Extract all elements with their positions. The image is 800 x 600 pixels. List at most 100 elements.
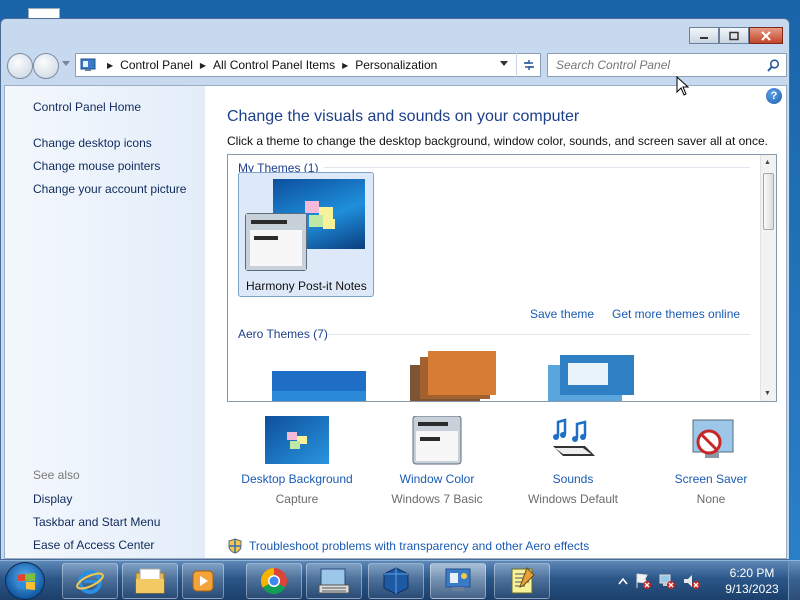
- window-color-icon: [405, 415, 469, 466]
- breadcrumb-personalization[interactable]: Personalization: [355, 58, 437, 72]
- minimize-icon: [700, 36, 708, 39]
- internet-explorer-icon: [76, 570, 104, 594]
- save-theme-link[interactable]: Save theme: [530, 307, 594, 321]
- aero-theme-windows7[interactable]: [272, 371, 366, 402]
- theme-harmony-post-it-notes[interactable]: Harmony Post-it Notes: [238, 172, 374, 297]
- theme-settings: Desktop Background Capture Window Color …: [227, 415, 787, 526]
- control-panel-home-link[interactable]: Control Panel Home: [33, 100, 141, 114]
- page-title: Change the visuals and sounds on your co…: [227, 108, 580, 125]
- change-desktop-icons-link[interactable]: Change desktop icons: [33, 136, 152, 150]
- aero-theme-architecture[interactable]: [400, 351, 498, 402]
- search-box[interactable]: [547, 53, 787, 77]
- network-icon[interactable]: [658, 572, 676, 590]
- aero-theme-characters[interactable]: [538, 355, 634, 402]
- virtualbox-icon: [383, 567, 409, 595]
- screen-saver-icon: [679, 416, 743, 466]
- chrome-button[interactable]: [246, 563, 302, 599]
- help-icon[interactable]: ?: [766, 88, 782, 104]
- screen-saver-item[interactable]: Screen Saver None: [641, 416, 781, 506]
- address-dropdown-icon[interactable]: [500, 61, 508, 67]
- close-icon: [761, 30, 771, 41]
- window-color-value: Windows 7 Basic: [391, 492, 483, 506]
- breadcrumb-separator[interactable]: ▶: [200, 61, 206, 70]
- clock-time: 6:20 PM: [729, 566, 775, 580]
- screen-saver-label[interactable]: Screen Saver: [641, 472, 781, 486]
- search-icon[interactable]: [767, 59, 780, 72]
- scrollbar-thumb[interactable]: [763, 173, 774, 230]
- window-color-item[interactable]: Window Color Windows 7 Basic: [367, 415, 507, 506]
- desktop-background-label[interactable]: Desktop Background: [227, 472, 367, 486]
- clock-date: 9/13/2023: [725, 582, 779, 596]
- aero-themes-heading: Aero Themes (7): [238, 327, 328, 341]
- volume-muted-icon[interactable]: [682, 572, 700, 590]
- start-button[interactable]: [5, 562, 45, 600]
- group-divider: [324, 167, 750, 168]
- themes-list: My Themes (1) Harmony Post-it Notes Save…: [227, 154, 777, 402]
- address-bar[interactable]: ▶ Control Panel ▶ All Control Panel Item…: [75, 53, 541, 77]
- keyboard-app-button[interactable]: [306, 563, 362, 599]
- breadcrumb-separator[interactable]: ▶: [342, 61, 348, 70]
- maximize-icon: [729, 31, 739, 40]
- media-player-icon: [192, 570, 214, 592]
- sounds-item[interactable]: Sounds Windows Default: [503, 416, 643, 506]
- minimize-button[interactable]: [689, 27, 719, 44]
- windows-explorer-icon: [135, 568, 165, 594]
- clock[interactable]: 6:20 PM 9/13/2023: [722, 565, 782, 597]
- forward-button[interactable]: [33, 53, 59, 79]
- media-player-button[interactable]: [182, 563, 224, 599]
- theme-window-preview: [245, 213, 307, 271]
- mouse-cursor-icon: [676, 76, 690, 96]
- troubleshoot-link[interactable]: Troubleshoot problems with transparency …: [249, 539, 589, 553]
- change-account-picture-link[interactable]: Change your account picture: [33, 182, 186, 196]
- sounds-label[interactable]: Sounds: [503, 472, 643, 486]
- windows-logo-icon: [17, 573, 35, 590]
- search-input[interactable]: [556, 58, 756, 72]
- control-panel-icon: [445, 568, 471, 591]
- personalization-window: ▶ Control Panel ▶ All Control Panel Item…: [0, 18, 790, 560]
- navigation-bar: ▶ Control Panel ▶ All Control Panel Item…: [5, 51, 787, 79]
- sounds-value: Windows Default: [527, 492, 619, 506]
- control-panel-taskbar-button[interactable]: [430, 563, 486, 599]
- change-mouse-pointers-link[interactable]: Change mouse pointers: [33, 159, 160, 173]
- content-area: Control Panel Home Change desktop icons …: [4, 85, 787, 559]
- keyboard-app-icon: [318, 568, 350, 594]
- display-link[interactable]: Display: [33, 492, 72, 506]
- show-hidden-icons-chevron-icon[interactable]: [618, 577, 628, 585]
- desktop-background-icon: [265, 416, 329, 466]
- refresh-icon: [523, 60, 534, 70]
- notepad-app-button[interactable]: [494, 563, 550, 599]
- desktop-background-value: Capture: [275, 492, 319, 506]
- left-pane: Control Panel Home Change desktop icons …: [5, 86, 205, 558]
- back-button[interactable]: [7, 53, 33, 79]
- theme-name: Harmony Post-it Notes: [246, 279, 367, 293]
- refresh-button[interactable]: [516, 53, 540, 77]
- action-center-icon[interactable]: [634, 572, 652, 590]
- page-subtitle: Click a theme to change the desktop back…: [227, 134, 768, 148]
- windows-explorer-button[interactable]: [122, 563, 178, 599]
- taskbar-start-menu-link[interactable]: Taskbar and Start Menu: [33, 515, 160, 529]
- scroll-up-arrow-icon[interactable]: ▲: [764, 159, 771, 166]
- caption-buttons: [689, 27, 783, 44]
- internet-explorer-button[interactable]: [62, 563, 118, 599]
- show-desktop-button[interactable]: [788, 561, 800, 600]
- window-preview-icon: [246, 214, 306, 270]
- taskbar: 6:20 PM 9/13/2023: [0, 560, 800, 600]
- scroll-down-arrow-icon[interactable]: ▼: [764, 390, 771, 397]
- system-tray: [618, 561, 700, 600]
- group-divider: [328, 334, 750, 335]
- desktop-background-item[interactable]: Desktop Background Capture: [227, 416, 367, 506]
- sounds-icon: [541, 416, 605, 466]
- get-more-themes-link[interactable]: Get more themes online: [612, 307, 740, 321]
- breadcrumb-control-panel[interactable]: Control Panel: [120, 58, 193, 72]
- control-panel-icon: [80, 58, 96, 71]
- recent-pages-chevron-icon[interactable]: [62, 61, 70, 67]
- window-color-label[interactable]: Window Color: [367, 472, 507, 486]
- breadcrumb-all-items[interactable]: All Control Panel Items: [213, 58, 335, 72]
- themes-scrollbar[interactable]: ▲ ▼: [760, 155, 776, 401]
- close-button[interactable]: [749, 27, 783, 44]
- maximize-button[interactable]: [719, 27, 749, 44]
- see-also-heading: See also: [33, 468, 80, 482]
- chrome-icon: [260, 567, 287, 595]
- ease-of-access-link[interactable]: Ease of Access Center: [33, 538, 154, 552]
- virtualbox-button[interactable]: [368, 563, 424, 599]
